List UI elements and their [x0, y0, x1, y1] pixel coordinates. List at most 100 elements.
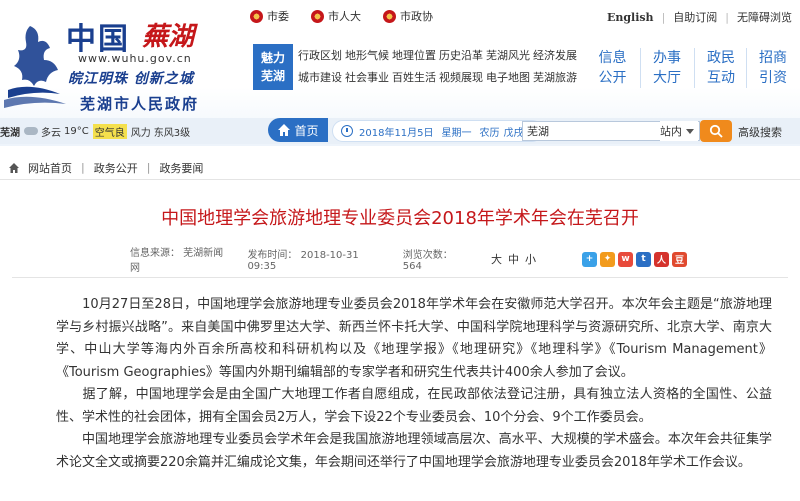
logo-government-name: 芜湖市人民政府 — [80, 95, 200, 113]
meta-divider — [12, 277, 788, 278]
logo-slogan: 皖江明珠 创新之城 — [68, 71, 194, 87]
home-icon — [278, 124, 291, 136]
nav-big-bottom: 公开 — [598, 70, 627, 86]
nav-big-top: 招商 — [759, 50, 787, 66]
nav-big-top: 办事 — [653, 50, 681, 66]
nav-big-service-hall[interactable]: 办事 大厅 — [640, 48, 693, 88]
search-scope-select[interactable]: 站内 — [660, 121, 698, 141]
nav-item-social-affairs[interactable]: 社会事业 — [345, 69, 392, 85]
article-meta: 信息来源： 芜湖新闻网 发布时间： 2018-10-31 09:35 浏览次数：… — [130, 248, 690, 274]
nav-big-top: 政民 — [707, 50, 735, 66]
accessibility-link[interactable]: 无障碍浏览 — [737, 9, 792, 25]
nav-big-info-disclosure[interactable]: 信息 公开 — [586, 48, 639, 88]
top-link-label: 市人大 — [328, 10, 361, 23]
nav-charm-wuhu[interactable]: 魅力 芜湖 — [253, 44, 293, 90]
nav-big-bottom: 互动 — [707, 70, 735, 86]
article-title: 中国地理学会旅游地理专业委员会2018年学术年会在芜召开 — [161, 208, 639, 229]
nav-big-item: 政民 互动 — [694, 48, 747, 88]
chevron-down-icon — [686, 128, 694, 134]
nav-item-terrain-climate[interactable]: 地形气候 — [345, 47, 392, 63]
utility-links: English | 自助订阅 | 无障碍浏览 — [607, 9, 792, 25]
article-body: 10月27日至28日，中国地理学会旅游地理专业委员会2018年学术年会在安徽师范… — [56, 294, 772, 474]
breadcrumb-separator: | — [81, 161, 85, 174]
nav-item-economy[interactable]: 经济发展 — [533, 47, 580, 63]
nav-big-item: 招商 引资 — [746, 48, 799, 88]
air-quality-badge: 空气良 — [92, 123, 127, 139]
site-logo[interactable]: 中国 蕪湖 www.wuhu.gov.cn 皖江明珠 创新之城 芜湖市人民政府 — [0, 8, 250, 113]
top-link-municipal-committee[interactable]: 市委 — [250, 8, 289, 24]
search-icon — [709, 124, 723, 138]
home-button[interactable]: 首页 — [268, 118, 328, 142]
breadcrumb-gov-affairs[interactable]: 政务公开 — [94, 160, 138, 176]
english-link[interactable]: English — [607, 11, 654, 24]
nav-item-urban-construction[interactable]: 城市建设 — [298, 69, 345, 85]
lunar-label: 农历 — [479, 127, 500, 139]
font-size-medium[interactable]: 中 — [508, 251, 519, 267]
font-size-large[interactable]: 大 — [491, 251, 502, 267]
cloud-icon — [24, 127, 38, 135]
separator: | — [661, 10, 666, 24]
date-display: 2018年11月5日 星期一 农历 戊戌年 — [332, 120, 543, 142]
top-link-label: 市政协 — [400, 10, 433, 23]
party-links: 市委 市人大 市政协 — [250, 8, 455, 24]
nav-big-investment[interactable]: 招商 引资 — [746, 48, 799, 88]
home-button-label: 首页 — [294, 123, 319, 138]
subscribe-link[interactable]: 自助订阅 — [673, 9, 717, 25]
nav-item-tourism[interactable]: 芜湖旅游 — [533, 69, 580, 85]
weather-temp: 19°C — [64, 125, 89, 137]
weather-wind-level: 东风3级 — [153, 127, 191, 139]
share-douban-icon[interactable]: 豆 — [671, 251, 687, 267]
share-renren-icon[interactable]: 人 — [653, 251, 669, 267]
share-buttons: + ✦ w t 人 豆 — [581, 251, 690, 267]
nav-item-location[interactable]: 地理位置 — [392, 47, 439, 63]
article-paragraph: 中国地理学会旅游地理专业委员会学术年会是我国旅游地理领域高层次、高水平、大规模的… — [56, 432, 772, 470]
clock-icon — [341, 125, 353, 137]
nav-big-bottom: 引资 — [759, 70, 787, 86]
breadcrumb: 网站首页 | 政务公开 | 政务要闻 — [0, 156, 800, 180]
weather-condition: 多云 — [41, 127, 61, 139]
party-emblem-icon — [250, 9, 263, 23]
article-views: 浏览次数： 564 — [402, 250, 453, 272]
top-link-cppcc[interactable]: 市政协 — [383, 8, 433, 24]
weather-city: 芜湖 — [0, 127, 20, 139]
article-source: 信息来源： 芜湖新闻网 — [130, 248, 224, 274]
nav-item-scenery[interactable]: 芜湖风光 — [486, 47, 533, 63]
search-scope-value: 站内 — [660, 125, 682, 138]
nav-item-admin-division[interactable]: 行政区划 — [298, 47, 345, 63]
nav-big-item: 办事 大厅 — [640, 48, 693, 88]
site-header: 中国 蕪湖 www.wuhu.gov.cn 皖江明珠 创新之城 芜湖市人民政府 … — [0, 0, 800, 146]
top-link-label: 市委 — [267, 10, 289, 23]
breadcrumb-home[interactable]: 网站首页 — [28, 160, 72, 176]
logo-url: www.wuhu.gov.cn — [78, 52, 192, 65]
nav-big-interaction[interactable]: 政民 互动 — [694, 48, 747, 88]
breadcrumb-separator: | — [146, 161, 151, 174]
nav-big-top: 信息 — [598, 50, 627, 66]
top-link-peoples-congress[interactable]: 市人大 — [311, 8, 361, 24]
cppcc-emblem-icon — [383, 9, 396, 23]
font-size-switcher: 大 中 小 — [491, 251, 542, 267]
advanced-search-link[interactable]: 高级搜索 — [738, 124, 782, 140]
weather-wind-label: 风力 — [130, 127, 151, 139]
nav-item-daily-life[interactable]: 百姓生活 — [392, 69, 439, 85]
nav-big-item: 信息 公开 — [586, 48, 639, 88]
article-paragraph: 据了解，中国地理学会是由全国广大地理工作者自愿组成，在民政部依法登记注册，具有独… — [56, 387, 772, 425]
share-qzone-icon[interactable]: + — [581, 251, 597, 267]
nav-item-history[interactable]: 历史沿革 — [439, 47, 486, 63]
national-emblem-icon — [311, 9, 324, 23]
nav-big-bottom: 大厅 — [653, 70, 681, 86]
search-button[interactable] — [700, 120, 732, 142]
weather-widget: 芜湖 多云 19°C 空气良 风力 东风3级 — [0, 123, 190, 139]
share-sina-icon[interactable]: ✦ — [599, 251, 615, 267]
nav-item-e-map[interactable]: 电子地图 — [486, 69, 533, 85]
article-published: 发布时间： 2018-10-31 09:35 — [247, 250, 359, 272]
nav-item-video[interactable]: 视频展现 — [439, 69, 486, 85]
share-weibo-icon[interactable]: w — [617, 251, 633, 267]
share-tencent-icon[interactable]: t — [635, 251, 651, 267]
weekday-text: 星期一 — [441, 127, 472, 139]
nav-feature-line: 魅力 — [260, 51, 285, 65]
logo-city-script: 蕪湖 — [142, 22, 195, 52]
nav-feature-line: 芜湖 — [260, 69, 285, 83]
separator: | — [725, 10, 729, 24]
font-size-small[interactable]: 小 — [525, 251, 536, 267]
breadcrumb-gov-news[interactable]: 政务要闻 — [159, 160, 203, 176]
